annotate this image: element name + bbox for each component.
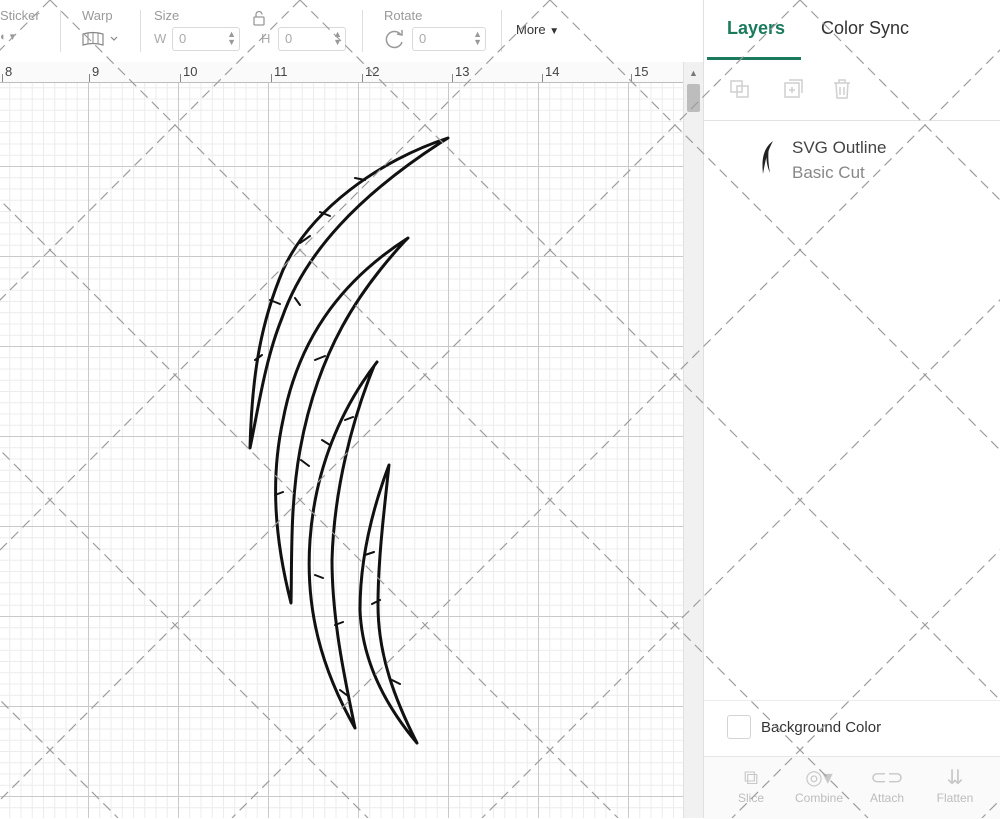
claw-stroke-1 — [248, 136, 450, 450]
layers-panel: Layers Color Sync SVG Outline Basic Cut … — [703, 0, 1000, 819]
size-label: Size — [154, 8, 180, 23]
toolbar-divider — [140, 10, 141, 52]
background-color-row[interactable]: Background Color — [704, 700, 1000, 753]
ruler-tick-label: 8 — [5, 64, 13, 79]
combine-label: Combine — [794, 791, 844, 805]
height-value: 0 — [285, 31, 293, 46]
width-value: 0 — [179, 31, 187, 46]
active-tab-indicator — [707, 57, 801, 60]
claw-thumbnail-icon — [759, 140, 775, 181]
more-label: More — [516, 22, 546, 37]
rotate-stepper[interactable]: ▲ ▼ — [473, 30, 482, 47]
background-color-label: Background Color — [761, 719, 882, 736]
trash-icon[interactable] — [830, 78, 854, 100]
ruler-tick-mark — [2, 74, 3, 82]
ruler-tick-mark — [271, 74, 272, 82]
lock-icon[interactable] — [252, 10, 266, 31]
claw-marks-shape[interactable] — [0, 83, 683, 818]
slice-button[interactable]: ⧉ Slice — [726, 765, 776, 805]
rotate-group: Rotate 0 ▲ ▼ — [384, 0, 488, 62]
horizontal-ruler: 8 9 10 11 12 13 14 15 — [0, 62, 683, 83]
toolbar-divider — [501, 10, 502, 52]
ruler-tick-mark — [362, 74, 363, 82]
warp-group[interactable]: Warp — [78, 0, 138, 62]
scroll-up-icon[interactable]: ▲ — [689, 68, 698, 78]
ruler-tick-label: 13 — [455, 64, 470, 79]
height-stepper[interactable]: ▲ ▼ — [333, 30, 342, 47]
layer-item[interactable]: SVG Outline Basic Cut — [704, 124, 1000, 194]
attach-button[interactable]: ⊂⊃ Attach — [860, 765, 914, 805]
combine-icon: ◎▾ — [805, 767, 833, 789]
ruler-tick-mark — [89, 74, 90, 82]
claw-stroke-4 — [358, 463, 419, 745]
rotate-label: Rotate — [384, 8, 423, 23]
flatten-label: Flatten — [936, 791, 974, 805]
rotate-input[interactable]: 0 ▲ ▼ — [412, 27, 486, 51]
ruler-tick-label: 11 — [274, 64, 288, 79]
height-prefix: H — [261, 31, 271, 46]
background-color-swatch[interactable] — [727, 715, 751, 739]
flatten-button[interactable]: ⇊ Flatten — [928, 765, 982, 805]
flatten-icon: ⇊ — [946, 767, 964, 789]
sticker-group[interactable]: Sticker ◐ ▾ — [0, 0, 58, 62]
toolbar-divider — [60, 10, 61, 52]
sticker-dropdown-icon[interactable]: ◐ ▾ — [0, 30, 15, 43]
layer-actions — [704, 62, 1000, 121]
paperclip-icon: ⊂⊃ — [870, 767, 904, 789]
layer-bottom-actions: ⧉ Slice ◎▾ Combine ⊂⊃ Attach ⇊ Flatten — [704, 756, 1000, 819]
tab-layers[interactable]: Layers — [727, 18, 785, 39]
toolbar-divider — [362, 10, 363, 52]
caret-down-icon: ▼ — [549, 26, 560, 37]
tab-color-sync[interactable]: Color Sync — [821, 18, 909, 39]
attach-label: Attach — [869, 791, 905, 805]
ruler-tick-label: 9 — [92, 64, 100, 79]
ruler-tick-mark — [452, 74, 453, 82]
ruler-tick-label: 10 — [183, 64, 198, 79]
size-group: Size W 0 ▲ ▼ H 0 ▲ ▼ — [154, 0, 354, 62]
combine-button[interactable]: ◎▾ Combine — [788, 765, 850, 805]
rotate-icon — [384, 28, 406, 55]
ruler-tick-label: 14 — [545, 64, 560, 79]
vertical-scrollbar[interactable]: ▲ — [683, 62, 704, 818]
scrollbar-thumb[interactable] — [687, 84, 700, 112]
layer-operation: Basic Cut — [792, 163, 865, 182]
warp-icon[interactable] — [80, 30, 120, 53]
rotate-value: 0 — [419, 31, 427, 46]
ruler-tick-mark — [631, 74, 632, 82]
ruler-tick-mark — [542, 74, 543, 82]
width-prefix: W — [154, 31, 167, 46]
ruler-tick-label: 15 — [634, 64, 649, 79]
height-input[interactable]: 0 ▲ ▼ — [278, 27, 346, 51]
ruler-tick-mark — [180, 74, 181, 82]
design-canvas[interactable] — [0, 83, 683, 818]
group-icon[interactable] — [728, 78, 752, 100]
width-input[interactable]: 0 ▲ ▼ — [172, 27, 240, 51]
warp-label: Warp — [82, 8, 113, 23]
slice-icon: ⧉ — [743, 767, 759, 789]
layer-name: SVG Outline — [792, 138, 887, 157]
ruler-tick-label: 12 — [365, 64, 380, 79]
width-stepper[interactable]: ▲ ▼ — [227, 30, 236, 47]
more-button[interactable]: More ▼ — [516, 22, 559, 37]
edit-toolbar: Sticker ◐ ▾ Warp Size W 0 ▲ ▼ H 0 ▲ ▼ Rota… — [0, 0, 703, 63]
duplicate-icon[interactable] — [782, 78, 806, 100]
sticker-label: Sticker — [0, 8, 40, 23]
slice-label: Slice — [737, 791, 764, 805]
